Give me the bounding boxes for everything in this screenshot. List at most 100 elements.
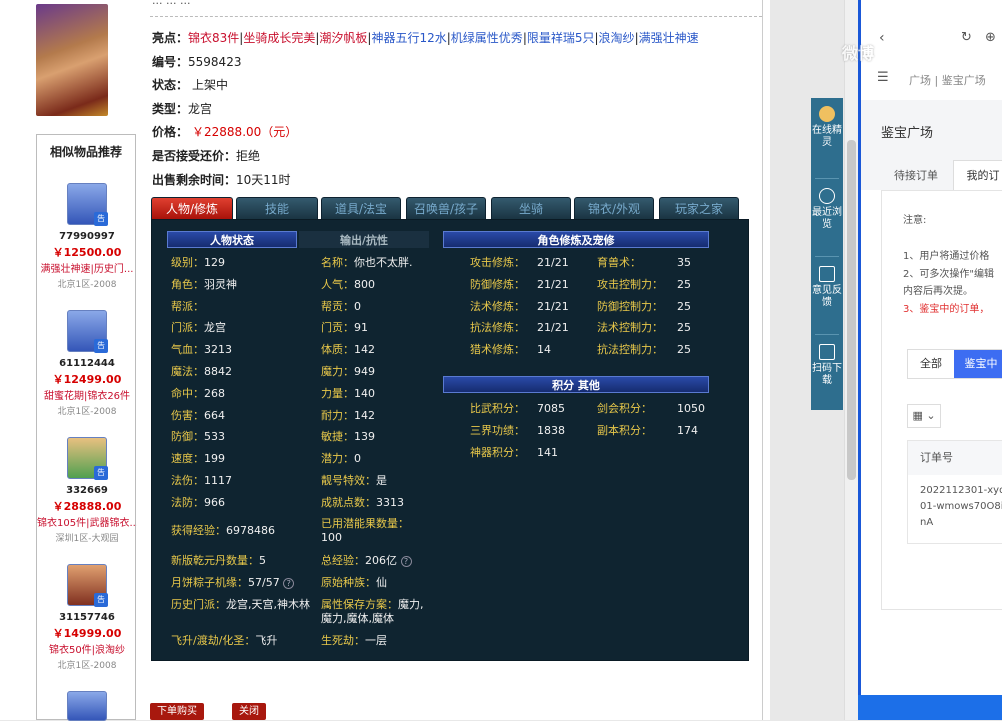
- tab-pets[interactable]: 召唤兽/孩子: [406, 197, 486, 219]
- id-label: 编号：: [152, 55, 189, 69]
- badge: 告: [94, 212, 108, 226]
- stat-row: 气血：3213: [171, 343, 232, 357]
- similar-price: ￥28888.00: [52, 500, 122, 513]
- stat-label: 门派：: [171, 321, 204, 335]
- remain-label: 出售剩余时间：: [152, 173, 237, 187]
- status-label: 状态：: [152, 78, 189, 92]
- highlights-row: 亮点：锦衣83件|坐骑成长完美|潮汐帆板|神器五行12水|机绿属性优秀|限量祥瑞…: [152, 29, 699, 46]
- stat-value: 91: [354, 321, 368, 335]
- qianyuan-row: 新版乾元丹数量：5: [171, 554, 266, 568]
- race-value: 仙: [376, 576, 387, 589]
- stat-value: 龙宫: [204, 321, 226, 335]
- help-icon[interactable]: ?: [283, 577, 295, 589]
- stat-label: 气血：: [171, 343, 204, 357]
- exp-label: 获得经验：: [171, 524, 226, 537]
- similar-item[interactable]: 告 31157746 ￥14999.00 锦衣50件|浪淘纱 北京1区-2008: [37, 564, 137, 691]
- stat-value: 139: [354, 430, 375, 444]
- help-icon[interactable]: ?: [400, 555, 412, 567]
- similar-tag[interactable]: 锦衣105件|武器锦衣...: [37, 514, 137, 529]
- scan-download-button[interactable]: 扫码下载: [811, 344, 843, 387]
- exp-value: 6978486: [226, 524, 275, 537]
- similar-items-panel: 相似物品推荐 告 77990997 ￥12500.00 满强壮神速|历史门...…: [36, 134, 137, 721]
- stat-label: 速度：: [171, 452, 204, 466]
- recent-view-button[interactable]: 最近浏览: [811, 188, 843, 231]
- potion-label: 已用潜能果数量：: [321, 517, 409, 530]
- history-school-row: 历史门派：龙宫,天宫,神木林: [171, 598, 313, 612]
- price-label: 价格：: [152, 125, 189, 139]
- similar-item[interactable]: 告 77990997 ￥12500.00 满强壮神速|历史门... 北京1区-2…: [37, 183, 137, 310]
- remain-row: 出售剩余时间：10天11时: [152, 171, 291, 188]
- filter-in-appraisal[interactable]: 鉴宝中: [954, 350, 1002, 378]
- stat-value: 21/21: [537, 277, 569, 291]
- scrollbar-thumb[interactable]: [847, 140, 856, 480]
- stat-label: 潜力：: [321, 452, 354, 466]
- stat-label: 防御修炼：: [470, 277, 525, 291]
- similar-tag[interactable]: 满强壮神速|历史门...: [37, 260, 137, 275]
- section-char-state: 人物状态: [167, 231, 297, 248]
- buy-button[interactable]: 下单购买: [150, 703, 204, 720]
- tab-items[interactable]: 道具/法宝: [321, 197, 401, 219]
- life-value: 一层: [365, 634, 387, 647]
- column-settings-button[interactable]: ▦ ⌄: [907, 404, 941, 428]
- close-button[interactable]: 关闭: [232, 703, 266, 720]
- globe-icon[interactable]: ⊕: [985, 30, 996, 45]
- menu-icon[interactable]: ☰: [877, 70, 889, 85]
- race-row: 原始种族：仙: [321, 576, 387, 590]
- float-label: 扫码下载: [812, 363, 842, 386]
- stat-value: 1838: [537, 423, 565, 437]
- stat-value: 199: [204, 452, 225, 466]
- similar-price: ￥14999.00: [52, 627, 122, 640]
- similar-id: 61112444: [59, 358, 115, 369]
- status-row: 状态： 上架中: [152, 76, 228, 93]
- stat-value: 羽灵神: [204, 277, 237, 291]
- tab-skills[interactable]: 技能: [236, 197, 318, 219]
- stat-label: 耐力：: [321, 408, 354, 422]
- fly-row: 飞升/渡劫/化圣：飞升: [171, 634, 277, 648]
- refresh-icon[interactable]: ↻: [961, 30, 972, 45]
- similar-tag[interactable]: 锦衣50件|浪淘纱: [37, 641, 137, 656]
- stat-value: 0: [354, 299, 361, 313]
- stat-value: 142: [354, 408, 375, 422]
- stat-label: 法伤：: [171, 474, 204, 487]
- similar-location: 北京1区-2008: [57, 407, 117, 417]
- note-line: 2、可多次操作"编辑: [903, 269, 994, 280]
- filter-all[interactable]: 全部: [908, 350, 954, 378]
- stat-row: 门贡：91: [321, 321, 368, 335]
- tab-my-orders[interactable]: 我的订: [953, 160, 1002, 190]
- feedback-button[interactable]: 意见反馈: [811, 266, 843, 309]
- highlight-tag: 机绿属性优秀: [450, 31, 523, 45]
- page-title: 鉴宝广场: [881, 126, 934, 141]
- clock-icon: [819, 188, 835, 204]
- stat-label: 门贡：: [321, 321, 354, 335]
- stat-value: 7085: [537, 402, 565, 415]
- total-exp-value: 206亿: [365, 554, 397, 567]
- stat-label: 三界功绩：: [470, 423, 525, 437]
- mooncake-row: 月饼粽子机缘：57/57 ?: [171, 576, 295, 590]
- stat-value: 8842: [204, 365, 232, 378]
- stat-row: 魔法：8842: [171, 365, 232, 379]
- section-output-resist[interactable]: 输出/抗性: [299, 231, 429, 248]
- similar-item[interactable]: 告 61112444 ￥12499.00 甜蜜花期|锦衣26件 北京1区-200…: [37, 310, 137, 437]
- table-cell[interactable]: 2022112301-xyq-01-wmows70O8iynA: [920, 483, 1002, 531]
- similar-item[interactable]: 告 332669 ￥28888.00 锦衣105件|武器锦衣... 深圳1区-大…: [37, 437, 137, 564]
- tab-mount[interactable]: 坐骑: [491, 197, 571, 219]
- highlight-tag: 浪淘纱: [598, 31, 635, 45]
- tab-outfit[interactable]: 锦衣/外观: [574, 197, 654, 219]
- online-helper-button[interactable]: 在线精灵: [811, 106, 843, 149]
- pet-avatar-icon: [67, 691, 107, 721]
- stat-row: 角色：羽灵神: [171, 278, 237, 292]
- similar-tag[interactable]: 甜蜜花期|锦衣26件: [37, 387, 137, 402]
- stat-value: 533: [204, 430, 225, 444]
- breadcrumb[interactable]: 广场 | 鉴宝广场: [909, 72, 986, 88]
- stat-label: 角色：: [171, 277, 204, 291]
- tab-character[interactable]: 人物/修炼: [151, 197, 233, 219]
- stat-label: 力量：: [321, 386, 354, 400]
- side-browser: ‹ ↻ ⊕ ☰ 广场 | 鉴宝广场 鉴宝广场 待接订单 我的订 注意: 1、用户…: [858, 0, 1002, 720]
- tab-home[interactable]: 玩家之家: [659, 197, 739, 219]
- tab-pending-orders[interactable]: 待接订单: [881, 163, 951, 189]
- pet-avatar-icon: 告: [67, 437, 108, 480]
- highlight-tag: 坐骑成长完美: [243, 31, 316, 45]
- back-icon[interactable]: ‹: [879, 30, 885, 46]
- badge: 告: [94, 339, 108, 353]
- float-label: 在线精灵: [812, 125, 842, 148]
